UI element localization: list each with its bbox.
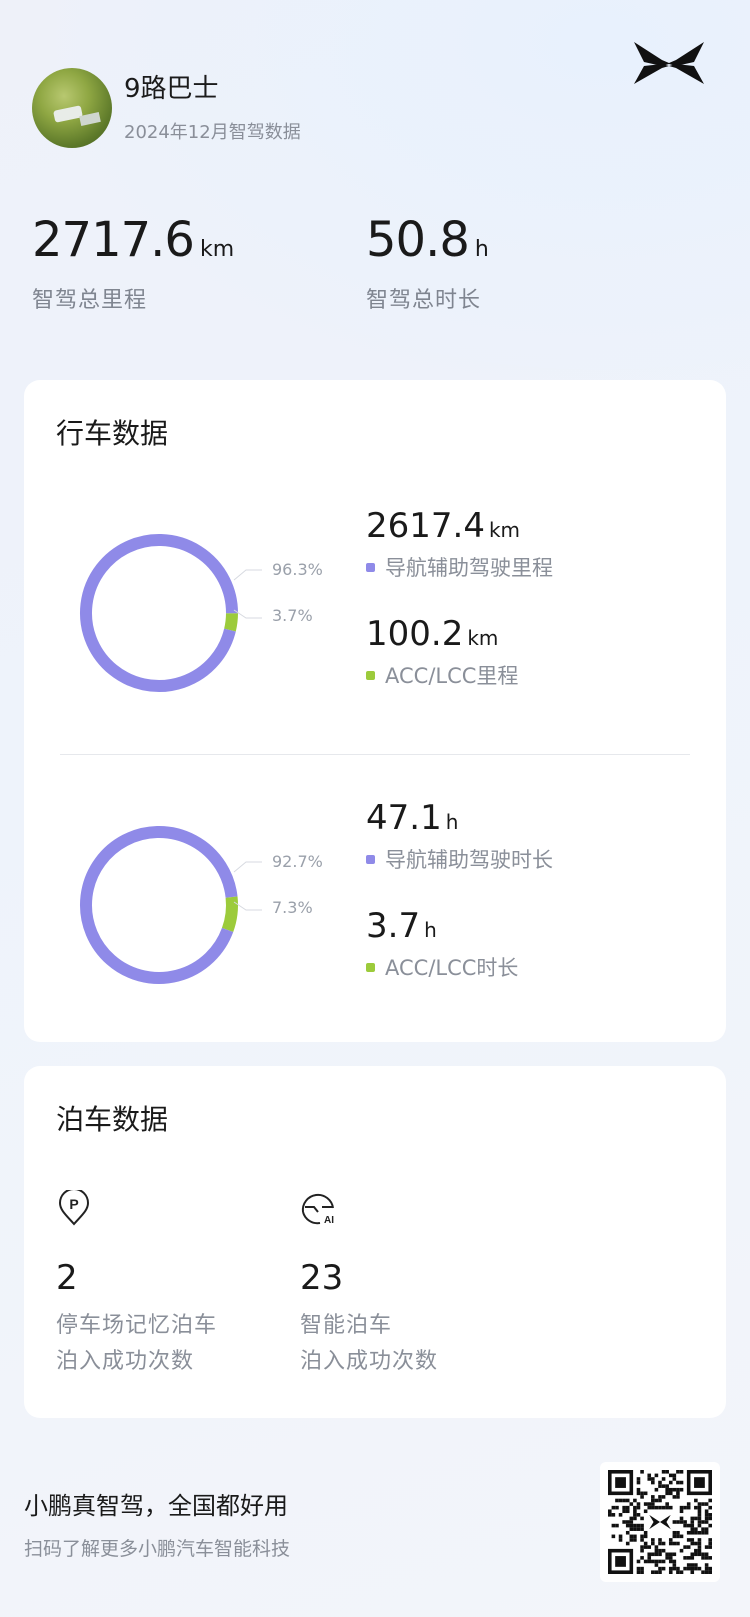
section-divider	[60, 754, 690, 755]
smart-parking-stat: AI 23 智能泊车 泊入成功次数	[300, 1190, 438, 1380]
driving-data-card: 行车数据 96.3% 3.7% 2617.4 km 导航辅助驾驶里程 100.2 k…	[24, 380, 726, 1042]
acc-legend-dot	[366, 670, 375, 680]
distance-nav-percent: 96.3%	[272, 560, 323, 579]
duration-acc-percent: 7.3%	[272, 898, 313, 917]
acc-duration-value: 3.7	[366, 906, 421, 946]
smart-parking-label-2: 泊入成功次数	[300, 1349, 439, 1374]
memory-parking-label-2: 泊入成功次数	[56, 1349, 195, 1374]
nav-legend-dot	[366, 562, 375, 572]
acc-distance-metric: 100.2 km ACC/LCC里程	[366, 614, 518, 690]
report-subtitle: 2024年12月智驾数据	[124, 122, 301, 143]
parking-data-card: 泊车数据 P 2 停车场记忆泊车 泊入成功次数 AI 23 智能泊车 泊入成功次…	[24, 1066, 726, 1418]
total-duration-stat: 50.8 h 智驾总时长	[366, 212, 489, 314]
qr-code-pattern	[608, 1470, 712, 1574]
acc-duration-metric: 3.7 h ACC/LCC时长	[366, 906, 518, 982]
duration-donut-chart	[80, 826, 238, 984]
duration-nav-percent: 92.7%	[272, 852, 323, 871]
nav-duration-label: 导航辅助驾驶时长	[385, 848, 553, 872]
avatar-car-shape	[53, 105, 83, 123]
nav-distance-label: 导航辅助驾驶里程	[385, 556, 553, 580]
smart-parking-label-1: 智能泊车	[300, 1313, 393, 1338]
driving-card-title: 行车数据	[56, 417, 169, 450]
acc-distance-value: 100.2	[366, 614, 464, 654]
nav-duration-metric: 47.1 h 导航辅助驾驶时长	[366, 798, 553, 874]
distance-acc-percent: 3.7%	[272, 606, 313, 625]
svg-text:AI: AI	[324, 1215, 334, 1226]
footer-slogan: 小鹏真智驾，全国都好用	[24, 1492, 288, 1520]
user-name: 9路巴士	[124, 74, 219, 104]
total-distance-unit: km	[199, 237, 235, 262]
svg-text:P: P	[69, 1196, 78, 1212]
total-duration-value: 50.8	[366, 212, 470, 268]
parking-card-title: 泊车数据	[56, 1103, 169, 1136]
total-distance-label: 智驾总里程	[32, 288, 148, 313]
nav-distance-metric: 2617.4 km 导航辅助驾驶里程	[366, 506, 553, 582]
total-distance-stat: 2717.6 km 智驾总里程	[32, 212, 234, 314]
nav-distance-unit: km	[488, 518, 521, 542]
xpeng-logo-icon	[634, 42, 704, 84]
memory-parking-label-1: 停车场记忆泊车	[56, 1313, 218, 1338]
acc-duration-legend-dot	[366, 962, 375, 972]
smart-parking-value: 23	[300, 1258, 344, 1298]
duration-donut-slice-nav	[80, 826, 238, 984]
total-distance-value: 2717.6	[32, 212, 195, 268]
nav-duration-unit: h	[445, 810, 459, 834]
avatar[interactable]	[32, 68, 112, 148]
distance-donut-slice-nav	[80, 534, 238, 692]
memory-parking-value: 2	[56, 1258, 78, 1298]
memory-parking-stat: P 2 停车场记忆泊车 泊入成功次数	[56, 1188, 218, 1380]
acc-distance-label: ACC/LCC里程	[385, 664, 519, 688]
footer-subtext: 扫码了解更多小鹏汽车智能科技	[24, 1538, 291, 1560]
total-duration-label: 智驾总时长	[366, 288, 482, 313]
ai-steering-icon: AI	[301, 1193, 334, 1226]
acc-distance-unit: km	[467, 626, 499, 650]
acc-duration-label: ACC/LCC时长	[385, 956, 519, 980]
acc-duration-unit: h	[424, 918, 437, 942]
nav-duration-value: 47.1	[366, 798, 442, 838]
qr-code[interactable]	[600, 1462, 720, 1582]
parking-pin-icon: P	[58, 1188, 90, 1226]
nav-duration-legend-dot	[366, 854, 375, 864]
total-duration-unit: h	[474, 237, 489, 262]
distance-donut-chart	[80, 534, 238, 692]
nav-distance-value: 2617.4	[366, 506, 485, 546]
